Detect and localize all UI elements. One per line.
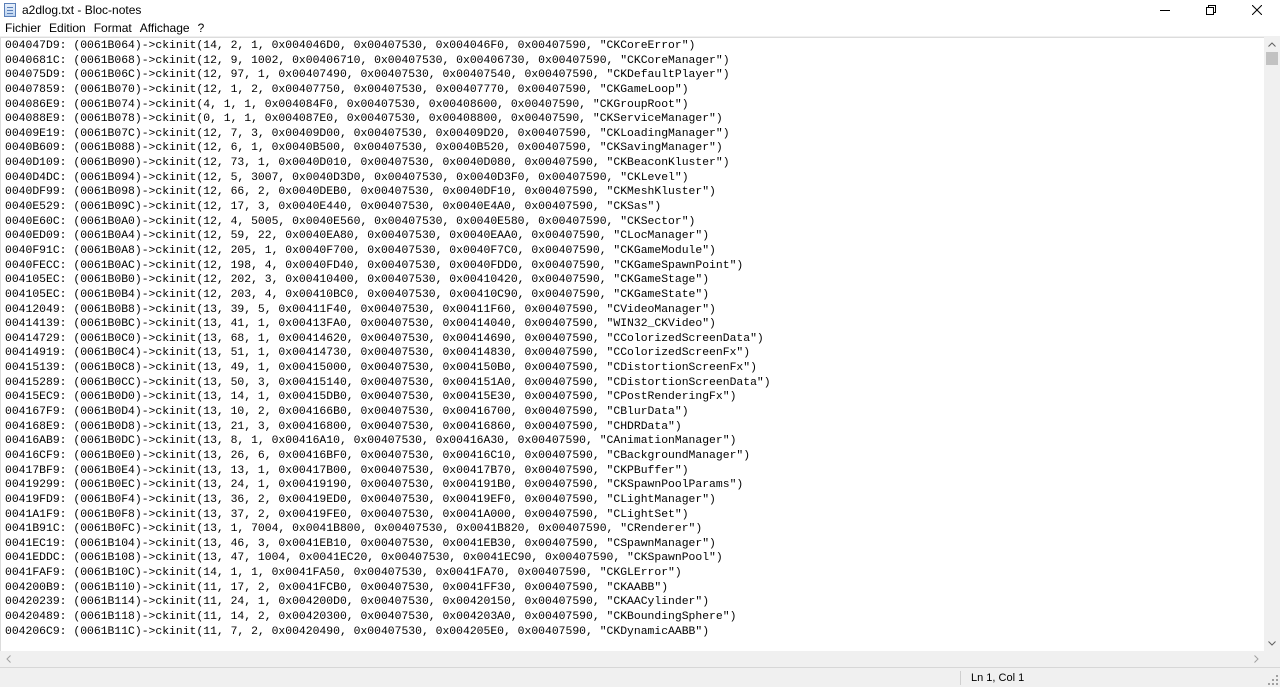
text-line: 0041B91C: (0061B0FC)->ckinit(13, 1, 7004… <box>5 523 703 536</box>
scrollbar-corner <box>1264 651 1280 667</box>
text-editor[interactable]: 004047D9: (0061B064)->ckinit(14, 2, 1, 0… <box>0 37 1264 651</box>
chevron-down-icon <box>1268 641 1276 646</box>
menu-affichage[interactable]: Affichage <box>136 20 194 36</box>
text-line: 00419FD9: (0061B0F4)->ckinit(13, 36, 2, … <box>5 493 716 506</box>
text-line: 004167F9: (0061B0D4)->ckinit(13, 10, 2, … <box>5 406 689 419</box>
close-button[interactable] <box>1234 0 1280 20</box>
cursor-position: Ln 1, Col 1 <box>971 672 1025 684</box>
scroll-left-button[interactable] <box>0 651 16 667</box>
menu-bar: Fichier Edition Format Affichage ? <box>0 20 1280 37</box>
window-controls <box>1142 0 1280 20</box>
menu-format[interactable]: Format <box>90 20 136 36</box>
text-line: 00415EC9: (0061B0D0)->ckinit(13, 14, 1, … <box>5 391 737 404</box>
status-bar: Ln 1, Col 1 <box>0 667 1280 687</box>
menu-fichier[interactable]: Fichier <box>0 20 45 36</box>
text-line: 0040E529: (0061B09C)->ckinit(12, 17, 3, … <box>5 201 662 214</box>
chevron-up-icon <box>1268 42 1276 47</box>
text-line: 00414729: (0061B0C0)->ckinit(13, 68, 1, … <box>5 332 764 345</box>
text-line: 00420239: (0061B114)->ckinit(11, 24, 1, … <box>5 596 710 609</box>
notepad-icon <box>4 3 16 17</box>
menu-edition[interactable]: Edition <box>45 20 90 36</box>
text-line: 00419299: (0061B0EC)->ckinit(13, 24, 1, … <box>5 479 744 492</box>
text-line: 004200B9: (0061B110)->ckinit(11, 17, 2, … <box>5 581 669 594</box>
horizontal-scrollbar[interactable] <box>0 651 1264 667</box>
text-line: 0040DF99: (0061B098)->ckinit(12, 66, 2, … <box>5 186 716 199</box>
text-line: 0040FECC: (0061B0AC)->ckinit(12, 198, 4,… <box>5 259 744 272</box>
scroll-right-button[interactable] <box>1248 651 1264 667</box>
vertical-scroll-thumb[interactable] <box>1266 52 1278 65</box>
text-line: 004105EC: (0061B0B0)->ckinit(12, 202, 3,… <box>5 274 710 287</box>
text-line: 00412049: (0061B0B8)->ckinit(13, 39, 5, … <box>5 303 716 316</box>
chevron-right-icon <box>1253 655 1259 663</box>
text-line: 00407859: (0061B070)->ckinit(12, 1, 2, 0… <box>5 83 689 96</box>
status-divider <box>960 671 961 685</box>
text-line: 00415289: (0061B0CC)->ckinit(13, 50, 3, … <box>5 376 771 389</box>
text-line: 0040D4DC: (0061B094)->ckinit(12, 5, 3007… <box>5 171 689 184</box>
window-title: a2dlog.txt - Bloc-notes <box>22 3 142 17</box>
text-line: 00420489: (0061B118)->ckinit(11, 14, 2, … <box>5 610 737 623</box>
text-line: 0040E60C: (0061B0A0)->ckinit(12, 4, 5005… <box>5 215 696 228</box>
menu-help[interactable]: ? <box>194 20 209 36</box>
text-content: 004047D9: (0061B064)->ckinit(14, 2, 1, 0… <box>1 38 1264 639</box>
text-line: 004206C9: (0061B11C)->ckinit(11, 7, 2, 0… <box>5 625 710 638</box>
text-line: 0040B609: (0061B088)->ckinit(12, 6, 1, 0… <box>5 142 723 155</box>
text-line: 004105EC: (0061B0B4)->ckinit(12, 203, 4,… <box>5 288 710 301</box>
vertical-scrollbar[interactable] <box>1264 37 1280 651</box>
text-line: 004075D9: (0061B06C)->ckinit(12, 97, 1, … <box>5 69 730 82</box>
text-line: 0040681C: (0061B068)->ckinit(12, 9, 1002… <box>5 54 730 67</box>
text-line: 004086E9: (0061B074)->ckinit(4, 1, 1, 0x… <box>5 98 689 111</box>
text-line: 0041FAF9: (0061B10C)->ckinit(14, 1, 1, 0… <box>5 567 682 580</box>
close-icon <box>1252 5 1262 15</box>
scroll-down-button[interactable] <box>1264 636 1280 651</box>
text-line: 00417BF9: (0061B0E4)->ckinit(13, 13, 1, … <box>5 464 689 477</box>
title-bar: a2dlog.txt - Bloc-notes <box>0 0 1280 20</box>
maximize-icon <box>1206 5 1216 15</box>
maximize-button[interactable] <box>1188 0 1234 20</box>
scroll-up-button[interactable] <box>1264 37 1280 52</box>
text-line: 004088E9: (0061B078)->ckinit(0, 1, 1, 0x… <box>5 113 723 126</box>
text-line: 00415139: (0061B0C8)->ckinit(13, 49, 1, … <box>5 362 757 375</box>
text-line: 0041EDDC: (0061B108)->ckinit(13, 47, 100… <box>5 552 723 565</box>
text-line: 00414919: (0061B0C4)->ckinit(13, 51, 1, … <box>5 347 751 360</box>
text-line: 0041A1F9: (0061B0F8)->ckinit(13, 37, 2, … <box>5 508 689 521</box>
text-line: 004047D9: (0061B064)->ckinit(14, 2, 1, 0… <box>5 40 696 52</box>
text-line: 0041EC19: (0061B104)->ckinit(13, 46, 3, … <box>5 537 716 550</box>
text-line: 0040ED09: (0061B0A4)->ckinit(12, 59, 22,… <box>5 230 710 243</box>
text-line: 0040F91C: (0061B0A8)->ckinit(12, 205, 1,… <box>5 244 716 257</box>
text-line: 00416CF9: (0061B0E0)->ckinit(13, 26, 6, … <box>5 449 751 462</box>
text-line: 00414139: (0061B0BC)->ckinit(13, 41, 1, … <box>5 318 716 331</box>
text-line: 00416AB9: (0061B0DC)->ckinit(13, 8, 1, 0… <box>5 435 737 448</box>
resize-grip-icon[interactable] <box>1268 675 1278 685</box>
text-line: 004168E9: (0061B0D8)->ckinit(13, 21, 3, … <box>5 420 682 433</box>
text-line: 00409E19: (0061B07C)->ckinit(12, 7, 3, 0… <box>5 127 730 140</box>
minimize-button[interactable] <box>1142 0 1188 20</box>
text-line: 0040D109: (0061B090)->ckinit(12, 73, 1, … <box>5 157 730 170</box>
chevron-left-icon <box>5 655 11 663</box>
minimize-icon <box>1160 10 1170 11</box>
